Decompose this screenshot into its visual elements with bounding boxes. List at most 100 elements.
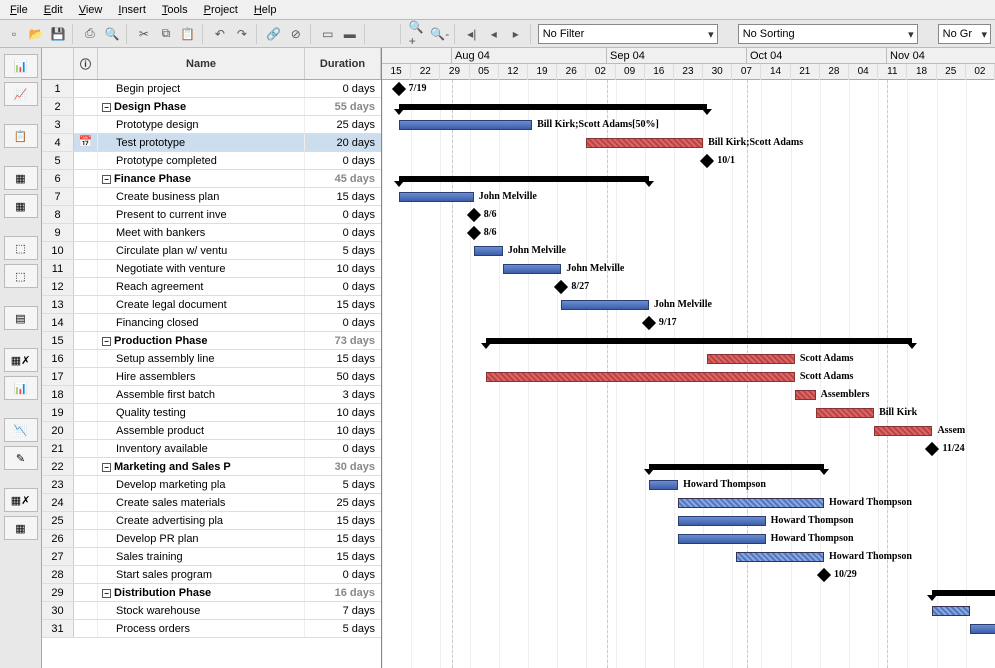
duration-cell[interactable]: 7 days xyxy=(305,602,381,619)
table-row[interactable]: 19Quality testing10 days xyxy=(42,404,381,422)
name-cell[interactable]: Quality testing xyxy=(98,404,305,421)
duration-cell[interactable]: 15 days xyxy=(305,188,381,205)
filter-combo[interactable]: No Filter xyxy=(538,24,718,44)
table-row[interactable]: 15−Production Phase73 days xyxy=(42,332,381,350)
row-number[interactable]: 3 xyxy=(42,116,74,133)
name-cell[interactable]: −Design Phase xyxy=(98,98,305,115)
row-number[interactable]: 19 xyxy=(42,404,74,421)
table-row[interactable]: 8Present to current inve0 days xyxy=(42,206,381,224)
duration-cell[interactable]: 0 days xyxy=(305,314,381,331)
name-cell[interactable]: Reach agreement xyxy=(98,278,305,295)
duration-cell[interactable]: 0 days xyxy=(305,80,381,97)
prev-icon[interactable]: ◂ xyxy=(484,24,504,44)
header-info[interactable]: ⓘ xyxy=(74,48,98,79)
task-bar[interactable] xyxy=(678,516,766,526)
name-cell[interactable]: Process orders xyxy=(98,620,305,637)
duration-cell[interactable]: 15 days xyxy=(305,512,381,529)
menu-insert[interactable]: Insert xyxy=(110,2,154,18)
table-row[interactable]: 4📅Test prototype20 days xyxy=(42,134,381,152)
duration-cell[interactable]: 15 days xyxy=(305,548,381,565)
task-bar[interactable] xyxy=(795,390,816,400)
name-cell[interactable]: Start sales program xyxy=(98,566,305,583)
row-number[interactable]: 15 xyxy=(42,332,74,349)
row-number[interactable]: 20 xyxy=(42,422,74,439)
gantt-view-icon[interactable]: 📊 xyxy=(4,54,38,78)
row-number[interactable]: 6 xyxy=(42,170,74,187)
table-row[interactable]: 24Create sales materials25 days xyxy=(42,494,381,512)
table-row[interactable]: 13Create legal document15 days xyxy=(42,296,381,314)
chart-icon[interactable]: 📉 xyxy=(4,418,38,442)
row-number[interactable]: 11 xyxy=(42,260,74,277)
duration-cell[interactable]: 30 days xyxy=(305,458,381,475)
name-cell[interactable]: −Marketing and Sales P xyxy=(98,458,305,475)
duration-cell[interactable]: 3 days xyxy=(305,386,381,403)
name-cell[interactable]: Present to current inve xyxy=(98,206,305,223)
menu-tools[interactable]: Tools xyxy=(154,2,196,18)
row-number[interactable]: 8 xyxy=(42,206,74,223)
name-cell[interactable]: Create advertising pla xyxy=(98,512,305,529)
name-cell[interactable]: −Finance Phase xyxy=(98,170,305,187)
table-row[interactable]: 18 Assemble first batch3 days xyxy=(42,386,381,404)
table-row[interactable]: 23Develop marketing pla5 days xyxy=(42,476,381,494)
task-bar[interactable] xyxy=(649,480,678,490)
task-bar[interactable] xyxy=(874,426,932,436)
table-row[interactable]: 29−Distribution Phase16 days xyxy=(42,584,381,602)
row-number[interactable]: 18 xyxy=(42,386,74,403)
task-bar[interactable] xyxy=(474,246,503,256)
name-cell[interactable]: Stock warehouse xyxy=(98,602,305,619)
duration-cell[interactable]: 5 days xyxy=(305,620,381,637)
summary-bar[interactable] xyxy=(486,338,911,344)
row-number[interactable]: 24 xyxy=(42,494,74,511)
name-cell[interactable]: Circulate plan w/ ventu xyxy=(98,242,305,259)
resource-sheet-icon[interactable]: 📋 xyxy=(4,124,38,148)
row-number[interactable]: 12 xyxy=(42,278,74,295)
cut-icon[interactable]: ✂ xyxy=(134,24,154,44)
task-bar[interactable] xyxy=(678,534,766,544)
name-cell[interactable]: Assemble first batch xyxy=(98,386,305,403)
menu-project[interactable]: Project xyxy=(196,2,246,18)
table-row[interactable]: 14Financing closed0 days xyxy=(42,314,381,332)
table-row[interactable]: 17Hire assemblers50 days xyxy=(42,368,381,386)
row-number[interactable]: 13 xyxy=(42,296,74,313)
menu-edit[interactable]: Edit xyxy=(36,2,71,18)
redo-icon[interactable]: ↷ xyxy=(232,24,252,44)
menu-help[interactable]: Help xyxy=(246,2,285,18)
name-cell[interactable]: Meet with bankers xyxy=(98,224,305,241)
task-bar[interactable] xyxy=(736,552,824,562)
table-row[interactable]: 12Reach agreement0 days xyxy=(42,278,381,296)
paste-icon[interactable]: 📋 xyxy=(178,24,198,44)
duration-cell[interactable]: 5 days xyxy=(305,476,381,493)
name-cell[interactable]: Begin project xyxy=(98,80,305,97)
row-number[interactable]: 27 xyxy=(42,548,74,565)
task-bar[interactable] xyxy=(970,624,995,634)
duration-cell[interactable]: 25 days xyxy=(305,116,381,133)
summary-bar[interactable] xyxy=(649,464,824,470)
name-cell[interactable]: Sales training xyxy=(98,548,305,565)
name-cell[interactable]: Financing closed xyxy=(98,314,305,331)
summary-bar[interactable] xyxy=(932,590,995,596)
row-number[interactable]: 5 xyxy=(42,152,74,169)
copy-icon[interactable]: ⧉ xyxy=(156,24,176,44)
undo-icon[interactable]: ↶ xyxy=(210,24,230,44)
duration-cell[interactable]: 5 days xyxy=(305,242,381,259)
duration-cell[interactable]: 15 days xyxy=(305,296,381,313)
task-bar[interactable] xyxy=(932,606,970,616)
table-row[interactable]: 22−Marketing and Sales P30 days xyxy=(42,458,381,476)
no-filter-icon[interactable]: ▦✗ xyxy=(4,488,38,512)
histogram-icon[interactable]: 📊 xyxy=(4,376,38,400)
no-subproject-icon[interactable]: ▦✗ xyxy=(4,348,38,372)
duration-cell[interactable]: 25 days xyxy=(305,494,381,511)
task-bar[interactable] xyxy=(486,372,795,382)
indent-icon[interactable]: ▭ xyxy=(318,24,338,44)
task-usage-icon[interactable]: ▦ xyxy=(4,166,38,190)
row-number[interactable]: 25 xyxy=(42,512,74,529)
table-row[interactable]: 5Prototype completed0 days xyxy=(42,152,381,170)
row-number[interactable]: 4 xyxy=(42,134,74,151)
name-cell[interactable]: Negotiate with venture xyxy=(98,260,305,277)
table-row[interactable]: 30Stock warehouse7 days xyxy=(42,602,381,620)
row-number[interactable]: 2 xyxy=(42,98,74,115)
table-row[interactable]: 10Circulate plan w/ ventu5 days xyxy=(42,242,381,260)
preview-icon[interactable]: 🔍 xyxy=(102,24,122,44)
row-number[interactable]: 28 xyxy=(42,566,74,583)
name-cell[interactable]: Setup assembly line xyxy=(98,350,305,367)
